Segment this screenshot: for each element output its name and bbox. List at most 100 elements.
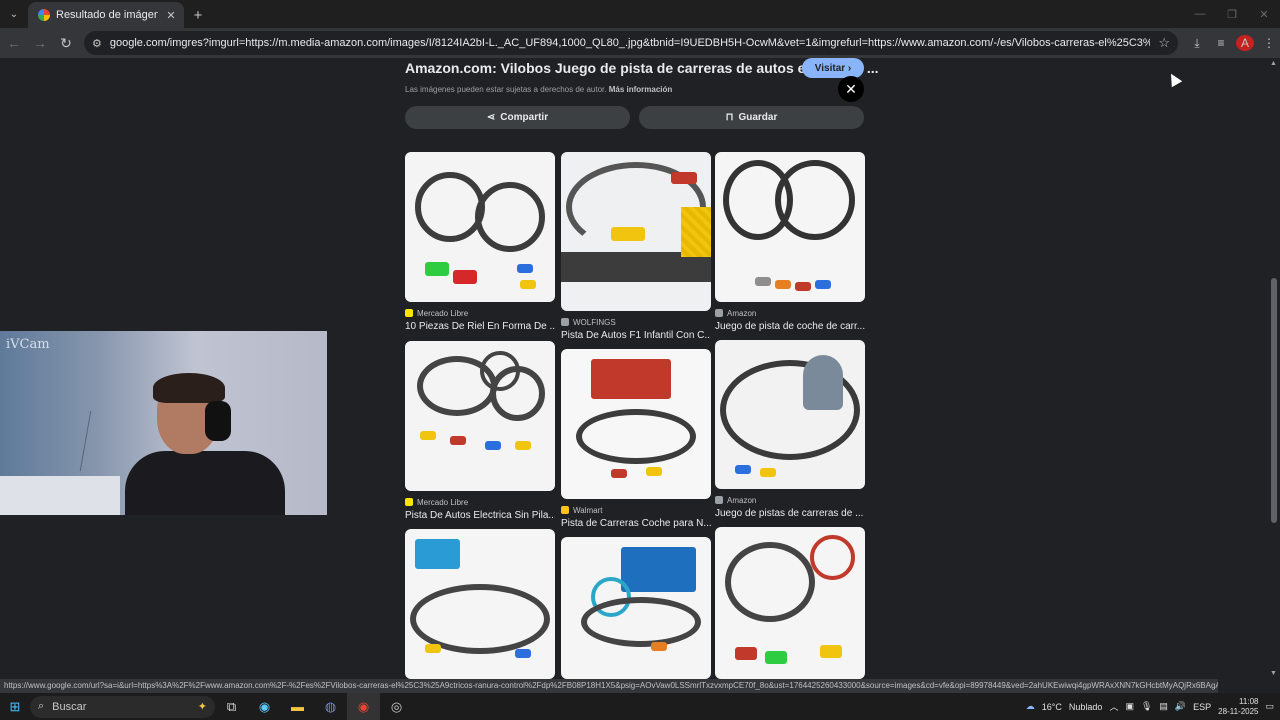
related-image-card[interactable] xyxy=(405,529,555,679)
result-caption[interactable]: Juego de pista de coche de carr... xyxy=(715,321,865,332)
forward-button[interactable]: → xyxy=(28,31,52,55)
copilot-icon[interactable]: ◉ xyxy=(248,693,281,720)
webcam-person-body xyxy=(125,451,285,515)
notification-icon[interactable]: ▭ xyxy=(1265,701,1274,712)
webcam-person-hair xyxy=(153,373,225,403)
reload-button[interactable]: ↻ xyxy=(54,31,78,55)
scroll-up-icon[interactable]: ▲ xyxy=(1270,60,1277,67)
walmart-icon xyxy=(561,506,569,514)
track-thumbnail[interactable] xyxy=(715,527,865,679)
related-image-card[interactable]: Mercado Libre 10 Piezas De Riel En Forma… xyxy=(405,152,555,332)
weather-temp[interactable]: 16°C xyxy=(1042,702,1062,712)
copyright-text: Las imágenes pueden estar sujetas a dere… xyxy=(405,85,607,94)
related-image-card[interactable] xyxy=(715,527,865,679)
file-explorer-icon[interactable]: ▬ xyxy=(281,693,314,720)
track-thumbnail[interactable] xyxy=(715,340,865,489)
clock-time: 11:08 xyxy=(1239,696,1259,706)
webcam-label: iVCam xyxy=(6,337,50,352)
browser-tab[interactable]: Resultado de imágenes de Goo ✕ xyxy=(28,2,184,28)
result-caption[interactable]: Pista De Autos F1 Infantil Con C... xyxy=(561,330,711,341)
tab-search-icon[interactable]: ⌄ xyxy=(0,0,28,28)
related-image-card[interactable]: Mercado Libre Pista De Autos Electrica S… xyxy=(405,341,555,521)
bookmark-icon: ⊓ xyxy=(725,112,734,123)
search-placeholder: Buscar xyxy=(52,700,87,713)
more-info-link[interactable]: Más información xyxy=(609,85,673,94)
discord-icon[interactable]: ◍ xyxy=(314,693,347,720)
copyright-note: Las imágenes pueden estar sujetas a dere… xyxy=(405,85,672,94)
webcam-overlay: iVCam xyxy=(0,331,327,515)
save-label: Guardar xyxy=(738,112,778,123)
amazon-icon xyxy=(715,309,723,317)
source-icon xyxy=(561,318,569,326)
related-image-card[interactable]: WOLFINGS Pista De Autos F1 Infantil Con … xyxy=(561,152,711,341)
related-image-card[interactable] xyxy=(561,537,711,679)
related-image-card[interactable]: Amazon Juego de pista de coche de carr..… xyxy=(715,152,865,332)
result-source: Amazon xyxy=(715,308,865,318)
track-thumbnail[interactable] xyxy=(715,152,865,302)
related-image-card[interactable]: Amazon Juego de pistas de carreras de ..… xyxy=(715,340,865,519)
track-thumbnail[interactable] xyxy=(561,152,711,311)
weather-cloud-icon[interactable]: ☁ xyxy=(1026,701,1035,712)
result-source: Amazon xyxy=(715,495,865,505)
site-info-icon[interactable]: ⚙ xyxy=(92,37,102,50)
scroll-down-icon[interactable]: ▼ xyxy=(1270,670,1277,677)
result-caption[interactable]: Juego de pistas de carreras de ... xyxy=(715,508,865,519)
related-image-card[interactable]: Walmart Pista de Carreras Coche para N..… xyxy=(561,349,711,529)
chrome-icon[interactable]: ◉ xyxy=(347,693,380,720)
copilot-sparkle-icon: ✦ xyxy=(197,701,207,713)
obs-icon[interactable]: ◎ xyxy=(380,693,413,720)
visit-button[interactable]: Visitar › xyxy=(802,58,864,78)
tab-title: Resultado de imágenes de Goo xyxy=(56,9,158,21)
share-label: Compartir xyxy=(500,112,549,123)
menu-icon[interactable]: ⋮ xyxy=(1260,36,1278,50)
result-caption[interactable]: 10 Piezas De Riel En Forma De ... xyxy=(405,321,555,332)
result-source: WOLFINGS xyxy=(561,317,711,327)
close-window-button[interactable]: ✕ xyxy=(1248,0,1280,28)
scrollbar-thumb[interactable] xyxy=(1271,278,1277,523)
minimize-button[interactable]: — xyxy=(1184,0,1216,28)
system-tray: ☁ 16°C Nublado ︿ ▣ 🎙 ▤ 🔊 ESP 11:08 28-11… xyxy=(1026,697,1280,717)
meet-icon[interactable]: ▣ xyxy=(1125,701,1134,712)
source-name: Amazon xyxy=(727,308,757,318)
tab-strip: ⌄ Resultado de imágenes de Goo ✕ + — ❐ ✕ xyxy=(0,0,1280,28)
language-indicator[interactable]: ESP xyxy=(1193,702,1211,712)
profile-avatar[interactable]: A xyxy=(1236,35,1254,51)
weather-desc[interactable]: Nublado xyxy=(1069,702,1103,712)
microphone-icon[interactable]: 🎙 xyxy=(1141,701,1152,712)
track-thumbnail[interactable] xyxy=(405,341,555,491)
bookmark-star-icon[interactable]: ☆ xyxy=(1158,35,1170,51)
close-panel-button[interactable]: ✕ xyxy=(838,76,864,102)
clock-date: 28-11-2025 xyxy=(1218,706,1259,716)
result-caption[interactable]: Pista De Autos Electrica Sin Pila... xyxy=(405,510,555,521)
save-button[interactable]: ⊓ Guardar xyxy=(639,106,864,129)
taskbar-search[interactable]: ⌕ Buscar ✦ xyxy=(30,695,215,718)
source-name: WOLFINGS xyxy=(573,317,616,327)
url-text[interactable]: google.com/imgres?imgurl=https://m.media… xyxy=(110,37,1150,49)
webcam-decor xyxy=(79,411,131,471)
download-icon[interactable]: ⤓ xyxy=(1188,36,1206,51)
track-thumbnail[interactable] xyxy=(405,529,555,679)
page-scrollbar[interactable]: ▲ ▼ xyxy=(1268,58,1280,679)
source-name: Amazon xyxy=(727,495,757,505)
volume-icon[interactable]: 🔊 xyxy=(1175,701,1186,712)
tab-close-icon[interactable]: ✕ xyxy=(164,9,178,22)
new-tab-button[interactable]: + xyxy=(184,2,212,28)
headphone-icon xyxy=(205,401,231,441)
track-thumbnail[interactable] xyxy=(561,537,711,679)
track-thumbnail[interactable] xyxy=(405,152,555,302)
maximize-button[interactable]: ❐ xyxy=(1216,0,1248,28)
visit-label: Visitar xyxy=(814,62,846,74)
address-bar[interactable]: ⚙ google.com/imgres?imgurl=https://m.med… xyxy=(84,31,1178,55)
media-control-icon[interactable]: ≡ xyxy=(1212,36,1230,50)
result-source: Walmart xyxy=(561,505,711,515)
share-button[interactable]: ⋖ Compartir xyxy=(405,106,630,129)
result-caption[interactable]: Pista de Carreras Coche para N... xyxy=(561,518,711,529)
result-source: Mercado Libre xyxy=(405,497,555,507)
network-icon[interactable]: ▤ xyxy=(1159,701,1168,712)
start-button[interactable]: ⊞ xyxy=(0,693,30,720)
clock[interactable]: 11:08 28-11-2025 xyxy=(1218,697,1258,717)
chevron-up-icon[interactable]: ︿ xyxy=(1109,700,1118,713)
task-view-icon[interactable]: ⧉ xyxy=(215,693,248,720)
track-thumbnail[interactable] xyxy=(561,349,711,499)
back-button[interactable]: ← xyxy=(2,31,26,55)
